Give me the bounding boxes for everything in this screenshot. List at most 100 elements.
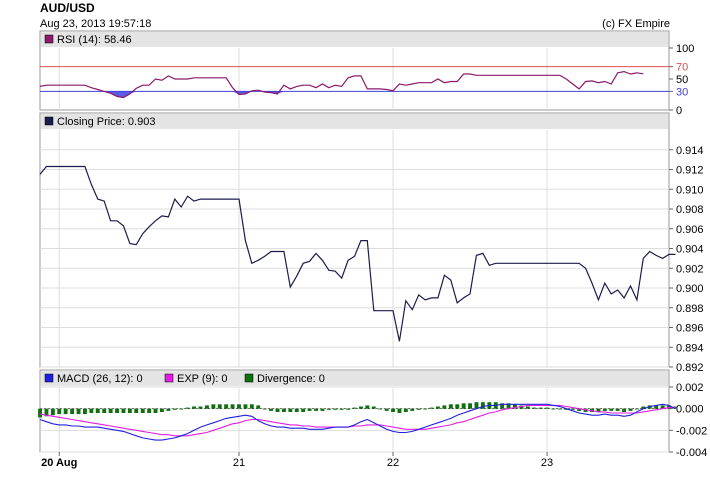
divergence-bar-66 (461, 403, 466, 409)
divergence-bar-8 (89, 408, 94, 413)
divergence-bar-52 (371, 406, 376, 409)
rsi-tick-label-0: 0 (676, 105, 682, 117)
divergence-bar-79 (545, 407, 549, 409)
symbol-title: AUD/USD (40, 1, 95, 15)
price-panel: Closing Price: 0.903 0.892 0.894 0.896 0.89… (39, 112, 704, 374)
price-tick-label-0: 0.892 (676, 362, 704, 374)
macd-legend-swatch-1 (164, 373, 174, 383)
divergence-bar-41 (301, 408, 306, 412)
divergence-bar-7 (83, 408, 87, 415)
divergence-bar-46 (333, 408, 338, 410)
divergence-bar-14 (127, 408, 132, 413)
divergence-bar-60 (423, 408, 428, 410)
divergence-bar-81 (558, 408, 562, 410)
divergence-bar-30 (230, 404, 235, 409)
divergence-bar-78 (538, 407, 543, 409)
divergence-bar-26 (205, 405, 209, 409)
divergence-bar-59 (416, 408, 421, 410)
macd-tick-label-0: -0.004 (676, 447, 707, 459)
price-tick-label-2: 0.896 (676, 323, 704, 335)
divergence-bar-0 (38, 408, 42, 418)
x-axis: 20 Aug 21 22 23 (41, 452, 553, 469)
macd-panel: MACD (26, 12): 0 EXP (9): 0 Divergence: 0 … (38, 369, 707, 459)
divergence-bar-31 (237, 404, 241, 409)
divergence-bar-42 (307, 408, 312, 411)
divergence-bar-90 (615, 408, 620, 411)
divergence-bar-80 (551, 408, 556, 410)
divergence-bar-22 (179, 408, 184, 410)
divergence-bar-48 (346, 408, 351, 410)
macd-legend-label-0: MACD (26, 12): 0 (57, 373, 143, 385)
divergence-bar-19 (160, 408, 164, 412)
rsi-tick-label-2: 50 (676, 74, 688, 86)
divergence-bar-33 (249, 404, 254, 409)
divergence-bar-54 (384, 408, 389, 411)
divergence-bar-6 (76, 408, 81, 415)
divergence-bar-44 (320, 408, 325, 411)
divergence-bar-57 (403, 408, 408, 412)
divergence-bar-36 (269, 408, 273, 411)
divergence-bar-29 (224, 404, 229, 409)
divergence-bar-17 (147, 408, 152, 413)
price-legend-label: Closing Price: 0.903 (57, 116, 155, 128)
macd-legend-swatch-2 (244, 373, 254, 383)
divergence-bar-34 (256, 405, 261, 409)
divergence-bar-83 (570, 408, 575, 410)
price-tick-label-11: 0.914 (676, 145, 704, 157)
x-tick-label-2: 22 (387, 457, 399, 469)
divergence-bar-62 (436, 406, 440, 409)
divergence-bar-58 (410, 408, 415, 411)
divergence-bar-61 (429, 407, 434, 409)
rsi-legend-bar (41, 32, 668, 47)
divergence-bar-9 (95, 408, 100, 413)
divergence-bar-56 (397, 408, 402, 413)
divergence-bar-16 (140, 408, 145, 413)
divergence-bar-32 (243, 404, 248, 409)
price-tick-label-5: 0.902 (676, 263, 704, 275)
divergence-bar-27 (211, 404, 216, 409)
divergence-bar-11 (108, 408, 113, 413)
macd-tick-label-3: 0.002 (676, 382, 704, 394)
macd-legend-label-2: Divergence: 0 (257, 373, 325, 385)
divergence-bar-37 (275, 408, 280, 412)
rsi-panel: RSI (14): 58.46 0 305070 100 (39, 30, 694, 117)
price-legend-swatch (44, 116, 54, 126)
divergence-bar-23 (185, 407, 190, 409)
divergence-bar-40 (294, 408, 299, 412)
divergence-bar-5 (70, 408, 75, 415)
price-tick-label-1: 0.894 (676, 342, 704, 354)
divergence-bar-10 (102, 408, 107, 413)
divergence-bar-13 (121, 408, 126, 413)
divergence-bar-4 (63, 408, 68, 415)
rsi-tick-label-3: 70 (676, 62, 688, 74)
rsi-tick-label-4: 100 (676, 43, 694, 55)
price-tick-label-9: 0.910 (676, 184, 704, 196)
price-tick-label-6: 0.904 (676, 244, 704, 256)
divergence-bar-43 (314, 408, 318, 411)
divergence-bar-15 (134, 408, 139, 413)
divergence-bar-2 (50, 408, 55, 416)
divergence-bar-28 (217, 404, 222, 409)
divergence-bar-53 (378, 408, 383, 410)
fx-chart: AUD/USD Aug 23, 2013 19:57:18 (c) FX Emp… (38, 1, 707, 469)
macd-tick-label-1: -0.002 (676, 425, 707, 437)
divergence-bar-64 (448, 404, 453, 409)
divergence-bar-67 (468, 403, 472, 409)
divergence-bar-47 (339, 408, 344, 410)
macd-legend-swatch-0 (44, 373, 54, 383)
divergence-bar-39 (288, 408, 293, 412)
divergence-bar-51 (365, 405, 370, 409)
divergence-bar-77 (532, 407, 537, 409)
divergence-bar-63 (442, 405, 447, 409)
divergence-bar-88 (602, 408, 607, 411)
rsi-legend-swatch (44, 34, 54, 44)
divergence-bar-35 (262, 408, 267, 410)
divergence-bar-65 (455, 404, 460, 409)
credit: (c) FX Empire (602, 18, 670, 30)
divergence-bar-50 (359, 406, 363, 409)
macd-legend-label-1: EXP (9): 0 (177, 373, 228, 385)
divergence-bar-89 (609, 408, 614, 411)
rsi-tick-label-1: 30 (676, 86, 688, 98)
macd-tick-label-2: 0.000 (676, 404, 704, 416)
divergence-bar-18 (153, 408, 158, 413)
